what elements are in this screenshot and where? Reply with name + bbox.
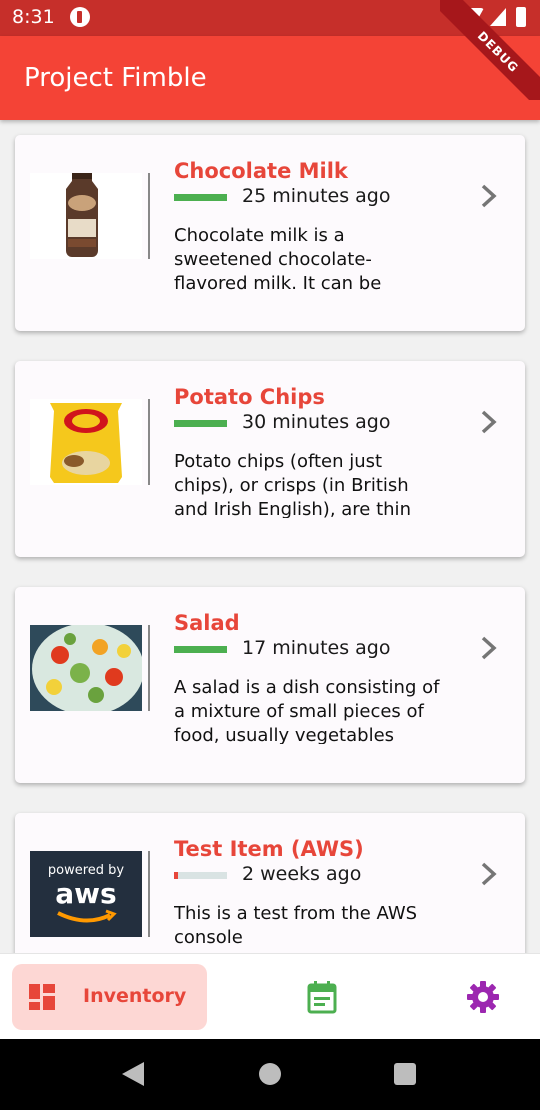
inventory-list[interactable]: Chocolate Milk 25 minutes ago Chocolate … [0,120,540,953]
freshness-bar [174,646,227,653]
item-timestamp: 30 minutes ago [242,411,391,433]
notification-icon [70,7,90,27]
list-item[interactable]: Potato Chips 30 minutes ago Potato chips… [15,361,525,557]
aws-smile-icon [57,909,117,923]
item-name: Potato Chips [174,385,325,409]
chevron-right-icon[interactable] [478,635,500,661]
list-item[interactable]: Chocolate Milk 25 minutes ago Chocolate … [15,135,525,331]
chevron-right-icon[interactable] [478,183,500,209]
calendar-icon[interactable] [306,980,338,1014]
page-title: Project Fimble [24,63,207,93]
aws-logo-word: aws [55,877,117,910]
list-item[interactable]: powered by aws Test Item (AWS) 2 weeks a… [15,813,525,953]
list-item[interactable]: Salad 17 minutes ago A salad is a dish c… [15,587,525,783]
item-name: Salad [174,611,240,635]
card-divider [148,625,150,711]
nav-inventory-label: Inventory [83,985,187,1007]
system-nav-bar [0,1039,540,1110]
chevron-right-icon[interactable] [478,861,500,887]
item-name: Test Item (AWS) [174,837,364,861]
freshness-bar [174,194,227,201]
freshness-fill [174,420,227,427]
bottom-nav: Inventory [0,953,540,1039]
freshness-fill [174,872,179,879]
debug-banner: DEBUG [440,0,540,100]
item-timestamp: 17 minutes ago [242,637,391,659]
card-divider [148,851,150,937]
item-thumbnail-chocolate-milk [30,173,142,259]
aws-logo-caption: powered by [47,863,125,878]
back-icon[interactable] [122,1062,144,1086]
freshness-bar [174,872,227,879]
dashboard-icon [29,984,55,1010]
freshness-fill [174,194,227,201]
card-divider [148,173,150,259]
item-description: A salad is a dish consisting of a mixtur… [174,677,440,744]
item-description: This is a test from the AWS console [174,903,418,948]
nav-inventory-button[interactable]: Inventory [12,964,207,1030]
chevron-right-icon[interactable] [478,409,500,435]
status-time: 8:31 [12,6,55,28]
item-name: Chocolate Milk [174,159,348,183]
freshness-fill [174,646,227,653]
freshness-bar [174,420,227,427]
item-thumbnail-salad [30,625,142,711]
card-divider [148,399,150,485]
item-timestamp: 2 weeks ago [242,863,362,885]
item-timestamp: 25 minutes ago [242,185,391,207]
item-description: Chocolate milk is a sweetened chocolate-… [174,225,382,292]
settings-gear-icon[interactable] [466,980,500,1014]
item-thumbnail-potato-chips [30,399,142,485]
home-icon[interactable] [259,1063,281,1085]
debug-banner-label: DEBUG [440,0,540,100]
item-thumbnail-aws: powered by aws [30,851,142,937]
recent-apps-icon[interactable] [394,1063,416,1085]
item-description: Potato chips (often just chips), or cris… [174,451,411,518]
